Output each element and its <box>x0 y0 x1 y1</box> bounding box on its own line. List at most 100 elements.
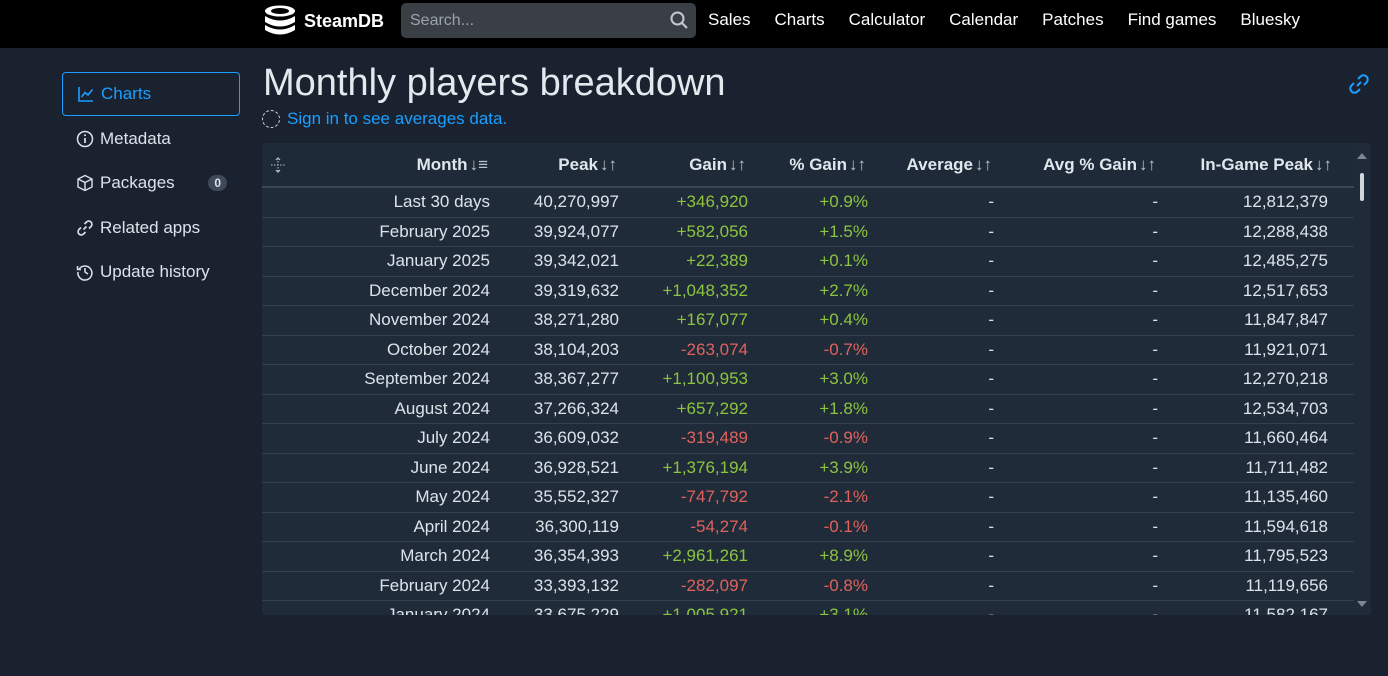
link-icon <box>76 219 94 237</box>
peak-cell: 33,675,229 <box>498 601 627 616</box>
sidebar-item-packages[interactable]: Packages 0 <box>62 161 240 205</box>
month-cell: May 2024 <box>302 483 498 513</box>
sidebar-item-label: Update history <box>100 262 210 282</box>
in-game-peak-cell: 12,534,703 <box>1166 394 1354 424</box>
month-cell: April 2024 <box>302 512 498 542</box>
steamdb-logo[interactable]: SteamDB <box>262 3 384 39</box>
table-row: Last 30 days40,270,997+346,920+0.9%--12,… <box>262 187 1354 217</box>
percent-gain-cell: -2.1% <box>756 483 876 513</box>
row-spacer <box>262 571 302 601</box>
gain-cell: -54,274 <box>627 512 756 542</box>
month-cell: December 2024 <box>302 276 498 306</box>
search-input[interactable] <box>401 3 696 38</box>
move-arrows-icon <box>270 157 286 173</box>
column-header-gain[interactable]: Gain↓↑ <box>627 143 756 187</box>
peak-cell: 36,300,119 <box>498 512 627 542</box>
nav-bluesky[interactable]: Bluesky <box>1240 10 1300 30</box>
peak-cell: 38,367,277 <box>498 365 627 395</box>
sort-icon: ↓↑ <box>849 155 866 174</box>
row-spacer <box>262 542 302 572</box>
table-body: Last 30 days40,270,997+346,920+0.9%--12,… <box>262 187 1354 615</box>
sidebar-item-label: Packages <box>100 173 175 193</box>
in-game-peak-cell: 12,270,218 <box>1166 365 1354 395</box>
table-row: November 202438,271,280+167,077+0.4%--11… <box>262 306 1354 336</box>
column-resize-handle[interactable] <box>262 143 302 187</box>
avg-percent-gain-cell: - <box>1002 394 1166 424</box>
table-row: May 202435,552,327-747,792-2.1%--11,135,… <box>262 483 1354 513</box>
gain-cell: +346,920 <box>627 187 756 217</box>
row-spacer <box>262 453 302 483</box>
row-spacer <box>262 483 302 513</box>
average-cell: - <box>876 542 1002 572</box>
logo-text: SteamDB <box>304 11 384 32</box>
in-game-peak-cell: 11,711,482 <box>1166 453 1354 483</box>
signin-notice: Sign in to see averages data. <box>262 109 507 129</box>
peak-cell: 38,271,280 <box>498 306 627 336</box>
search-icon[interactable] <box>670 11 688 29</box>
sort-icon: ↓↑ <box>1315 155 1332 174</box>
scroll-up-arrow-icon[interactable] <box>1357 151 1367 159</box>
percent-gain-cell: +3.9% <box>756 453 876 483</box>
in-game-peak-cell: 11,660,464 <box>1166 424 1354 454</box>
nav-sales[interactable]: Sales <box>708 10 751 30</box>
row-spacer <box>262 306 302 336</box>
peak-cell: 39,924,077 <box>498 217 627 247</box>
chart-line-icon <box>77 85 95 103</box>
peak-cell: 38,104,203 <box>498 335 627 365</box>
avg-percent-gain-cell: - <box>1002 483 1166 513</box>
scroll-down-arrow-icon[interactable] <box>1357 601 1367 609</box>
average-cell: - <box>876 306 1002 336</box>
signin-link[interactable]: Sign in to see averages data. <box>287 109 507 129</box>
sidebar-item-label: Metadata <box>100 129 171 149</box>
percent-gain-cell: -0.1% <box>756 512 876 542</box>
column-header-peak[interactable]: Peak↓↑ <box>498 143 627 187</box>
nav-charts[interactable]: Charts <box>775 10 825 30</box>
table-row: September 202438,367,277+1,100,953+3.0%-… <box>262 365 1354 395</box>
table-scrollbar[interactable] <box>1357 151 1367 609</box>
sort-desc-icon: ↓≡ <box>470 155 488 174</box>
gain-cell: +1,048,352 <box>627 276 756 306</box>
sort-icon: ↓↑ <box>1139 155 1156 174</box>
column-header-month[interactable]: Month↓≡ <box>302 143 498 187</box>
peak-cell: 40,270,997 <box>498 187 627 217</box>
nav-calendar[interactable]: Calendar <box>949 10 1018 30</box>
column-header-in-game-peak[interactable]: In-Game Peak↓↑ <box>1166 143 1354 187</box>
page-title: Monthly players breakdown <box>263 62 726 105</box>
average-cell: - <box>876 217 1002 247</box>
sidebar-item-charts[interactable]: Charts <box>62 72 240 116</box>
nav-calculator[interactable]: Calculator <box>849 10 926 30</box>
nav-patches[interactable]: Patches <box>1042 10 1103 30</box>
table-header-row: Month↓≡ Peak↓↑ Gain↓↑ % Gain↓↑ Average↓↑… <box>262 143 1354 187</box>
avg-percent-gain-cell: - <box>1002 306 1166 336</box>
month-cell: February 2024 <box>302 571 498 601</box>
table-row: January 202539,342,021+22,389+0.1%--12,4… <box>262 247 1354 277</box>
table-row: October 202438,104,203-263,074-0.7%--11,… <box>262 335 1354 365</box>
row-spacer <box>262 187 302 217</box>
in-game-peak-cell: 11,847,847 <box>1166 306 1354 336</box>
table-row: January 202433,675,229+1,005,921+3.1%--1… <box>262 601 1354 616</box>
scrollbar-thumb[interactable] <box>1360 173 1364 201</box>
sidebar-item-update-history[interactable]: Update history <box>62 250 240 294</box>
table-row: April 202436,300,119-54,274-0.1%--11,594… <box>262 512 1354 542</box>
sidebar-item-label: Related apps <box>100 218 200 238</box>
monthly-players-table-container[interactable]: Month↓≡ Peak↓↑ Gain↓↑ % Gain↓↑ Average↓↑… <box>262 143 1371 615</box>
in-game-peak-cell: 11,119,656 <box>1166 571 1354 601</box>
avg-percent-gain-cell: - <box>1002 542 1166 572</box>
nav-find-games[interactable]: Find games <box>1128 10 1217 30</box>
sort-icon: ↓↑ <box>729 155 746 174</box>
column-header-percent-gain[interactable]: % Gain↓↑ <box>756 143 876 187</box>
month-cell: July 2024 <box>302 424 498 454</box>
sidebar-item-related-apps[interactable]: Related apps <box>62 206 240 250</box>
average-cell: - <box>876 247 1002 277</box>
in-game-peak-cell: 11,795,523 <box>1166 542 1354 572</box>
avg-percent-gain-cell: - <box>1002 453 1166 483</box>
peak-cell: 33,393,132 <box>498 571 627 601</box>
sidebar-item-metadata[interactable]: Metadata <box>62 117 240 161</box>
in-game-peak-cell: 11,594,618 <box>1166 512 1354 542</box>
gain-cell: +657,292 <box>627 394 756 424</box>
column-header-avg-percent-gain[interactable]: Avg % Gain↓↑ <box>1002 143 1166 187</box>
column-header-average[interactable]: Average↓↑ <box>876 143 1002 187</box>
history-icon <box>76 263 94 281</box>
month-cell: February 2025 <box>302 217 498 247</box>
permalink-icon[interactable] <box>1348 73 1370 95</box>
